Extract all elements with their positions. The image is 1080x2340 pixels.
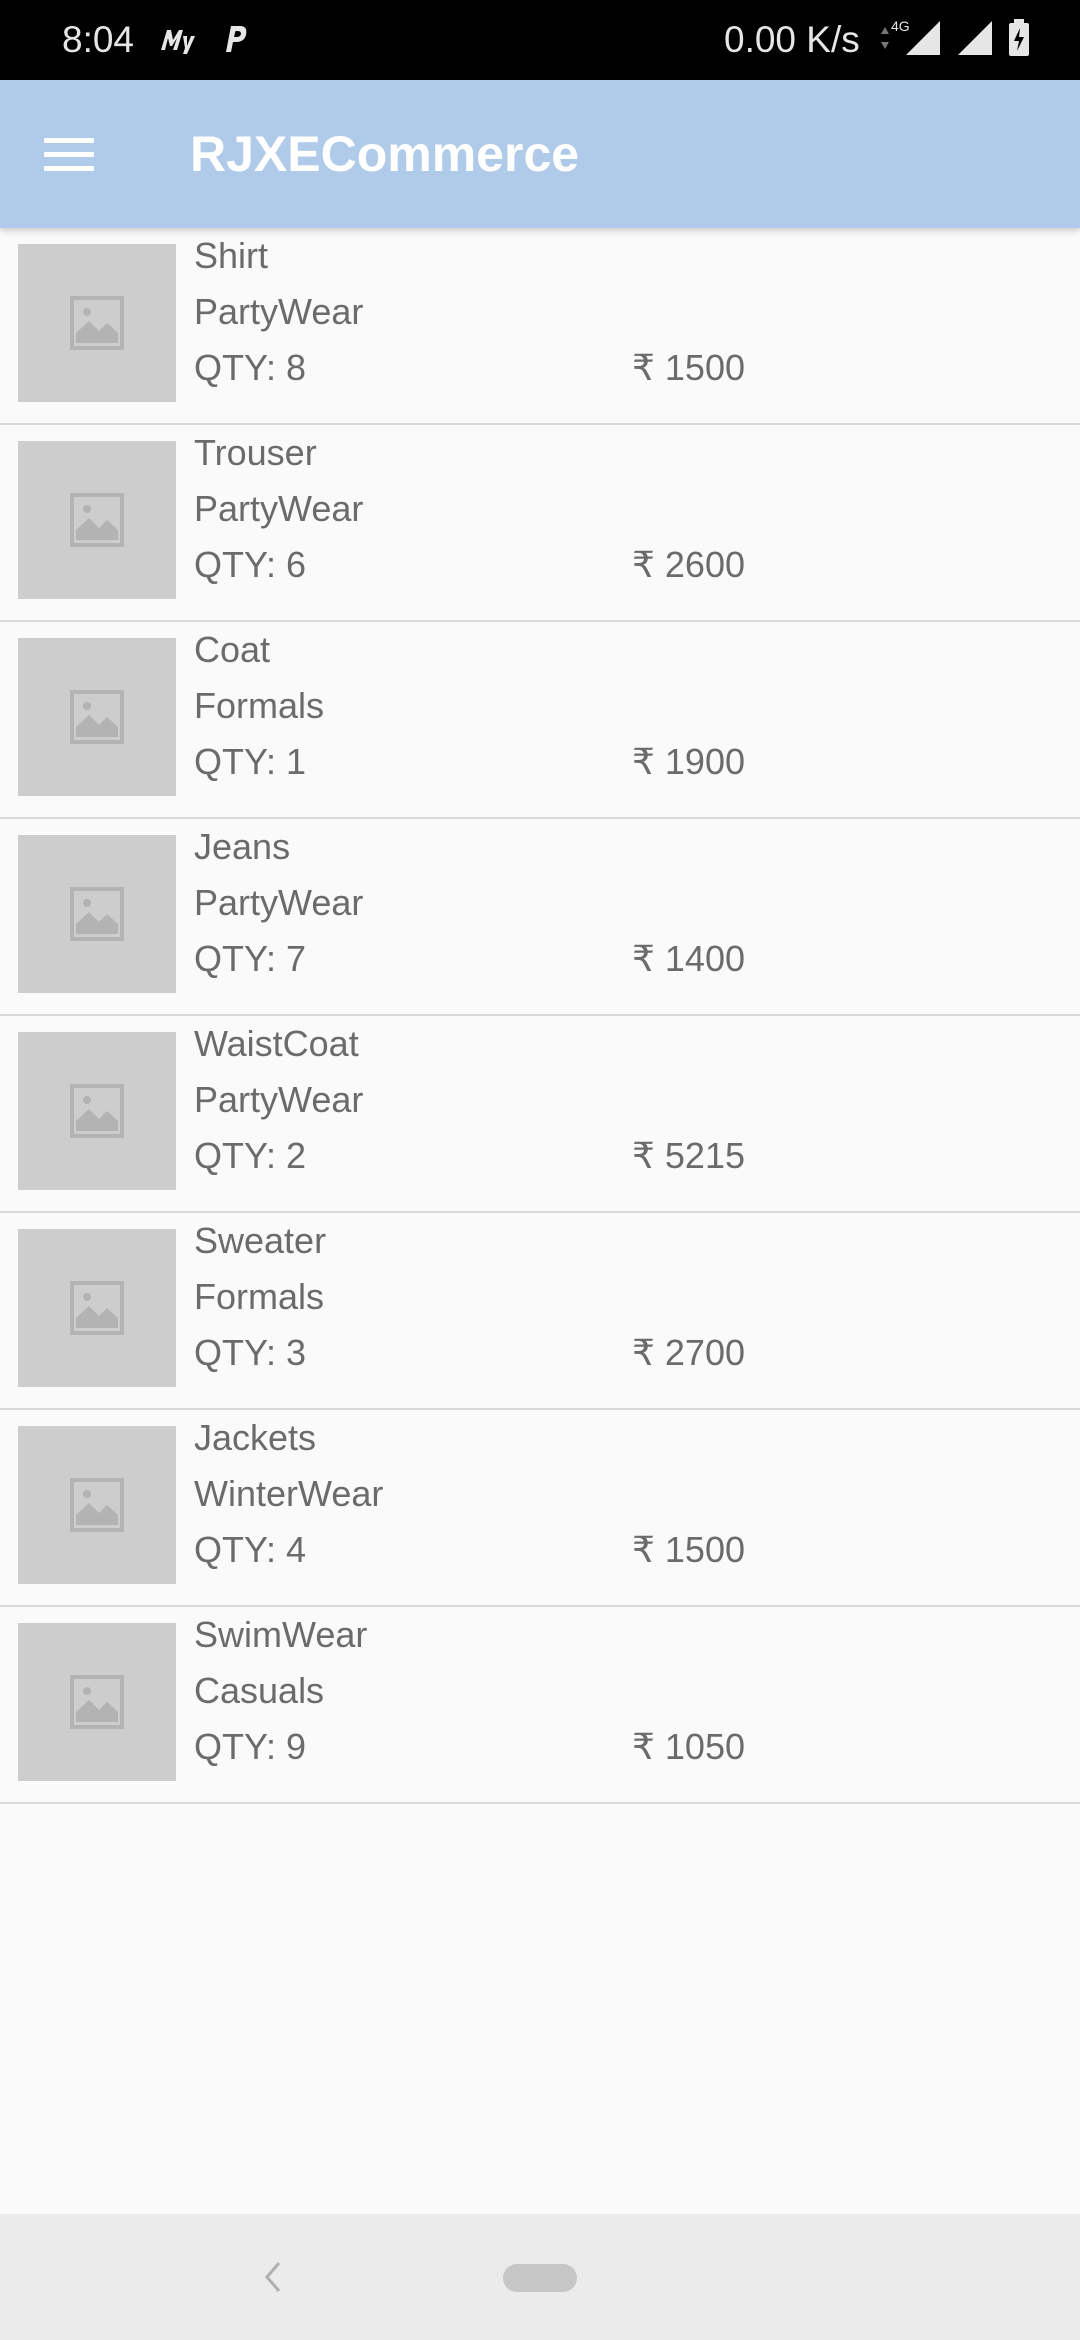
list-item[interactable]: Coat Formals QTY: 1 ₹ 1900 xyxy=(0,622,1080,819)
image-placeholder-icon xyxy=(18,835,176,993)
item-qty: QTY: 2 xyxy=(194,1135,307,1176)
list-item[interactable]: WaistCoat PartyWear QTY: 2 ₹ 5215 xyxy=(0,1016,1080,1213)
image-placeholder-icon xyxy=(18,1426,176,1584)
product-list: Shirt PartyWear QTY: 8 ₹ 1500 Trouser Pa… xyxy=(0,228,1080,1804)
item-qty: QTY: 6 xyxy=(194,544,307,585)
signal-4g-icon xyxy=(904,19,942,62)
item-name: Trouser xyxy=(194,432,317,473)
list-item[interactable]: Sweater Formals QTY: 3 ₹ 2700 xyxy=(0,1213,1080,1410)
item-qty: QTY: 8 xyxy=(194,347,307,388)
item-price: ₹ 1900 xyxy=(632,741,745,782)
back-chevron-icon[interactable] xyxy=(258,2252,288,2302)
hamburger-menu-icon[interactable] xyxy=(44,126,100,182)
image-placeholder-icon xyxy=(18,1032,176,1190)
item-price: ₹ 1050 xyxy=(632,1726,745,1767)
status-bar: 8:04 0.00 K/s 4G xyxy=(0,0,1080,80)
item-qty: QTY: 9 xyxy=(194,1726,307,1767)
item-price: ₹ 1500 xyxy=(632,347,745,388)
item-category: WinterWear xyxy=(194,1473,384,1514)
image-placeholder-icon xyxy=(18,1229,176,1387)
item-qty: QTY: 7 xyxy=(194,938,307,979)
network-speed: 0.00 K/s xyxy=(724,19,860,60)
item-qty: QTY: 1 xyxy=(194,741,307,782)
list-item[interactable]: SwimWear Casuals QTY: 9 ₹ 1050 xyxy=(0,1607,1080,1804)
list-item[interactable]: Jeans PartyWear QTY: 7 ₹ 1400 xyxy=(0,819,1080,1016)
list-item[interactable]: Trouser PartyWear QTY: 6 ₹ 2600 xyxy=(0,425,1080,622)
image-placeholder-icon xyxy=(18,441,176,599)
image-placeholder-icon xyxy=(18,1623,176,1781)
signal-icon xyxy=(956,19,994,62)
item-price: ₹ 2600 xyxy=(632,544,745,585)
item-name: SwimWear xyxy=(194,1614,368,1655)
item-price: ₹ 5215 xyxy=(632,1135,745,1176)
item-category: PartyWear xyxy=(194,1079,364,1120)
item-category: PartyWear xyxy=(194,882,364,923)
item-price: ₹ 1400 xyxy=(632,938,745,979)
image-placeholder-icon xyxy=(18,638,176,796)
image-placeholder-icon xyxy=(18,244,176,402)
home-pill-icon[interactable] xyxy=(503,2264,577,2292)
item-category: Formals xyxy=(194,685,325,726)
item-category: Casuals xyxy=(194,1670,325,1711)
p-icon xyxy=(218,20,252,58)
item-name: Coat xyxy=(194,629,271,670)
item-category: PartyWear xyxy=(194,488,364,529)
item-category: PartyWear xyxy=(194,291,364,332)
item-category: Formals xyxy=(194,1276,325,1317)
item-name: Sweater xyxy=(194,1220,327,1261)
status-time: 8:04 xyxy=(62,19,135,60)
list-item[interactable]: Shirt PartyWear QTY: 8 ₹ 1500 xyxy=(0,228,1080,425)
app-title: RJXECommerce xyxy=(190,126,580,182)
item-price: ₹ 2700 xyxy=(632,1332,745,1373)
item-name: Jeans xyxy=(194,826,291,867)
battery-charging-icon xyxy=(1008,18,1030,62)
item-name: Jackets xyxy=(194,1417,317,1458)
item-name: WaistCoat xyxy=(194,1023,359,1064)
item-name: Shirt xyxy=(194,235,269,276)
item-price: ₹ 1500 xyxy=(632,1529,745,1570)
app-bar: RJXECommerce xyxy=(0,80,1080,228)
list-item[interactable]: Jackets WinterWear QTY: 4 ₹ 1500 xyxy=(0,1410,1080,1607)
my-app-icon xyxy=(156,20,198,58)
item-qty: QTY: 3 xyxy=(194,1332,307,1373)
item-qty: QTY: 4 xyxy=(194,1529,307,1570)
data-arrows-icon xyxy=(880,25,890,56)
navigation-bar xyxy=(0,2214,1080,2340)
status-right-icons xyxy=(880,18,1030,62)
